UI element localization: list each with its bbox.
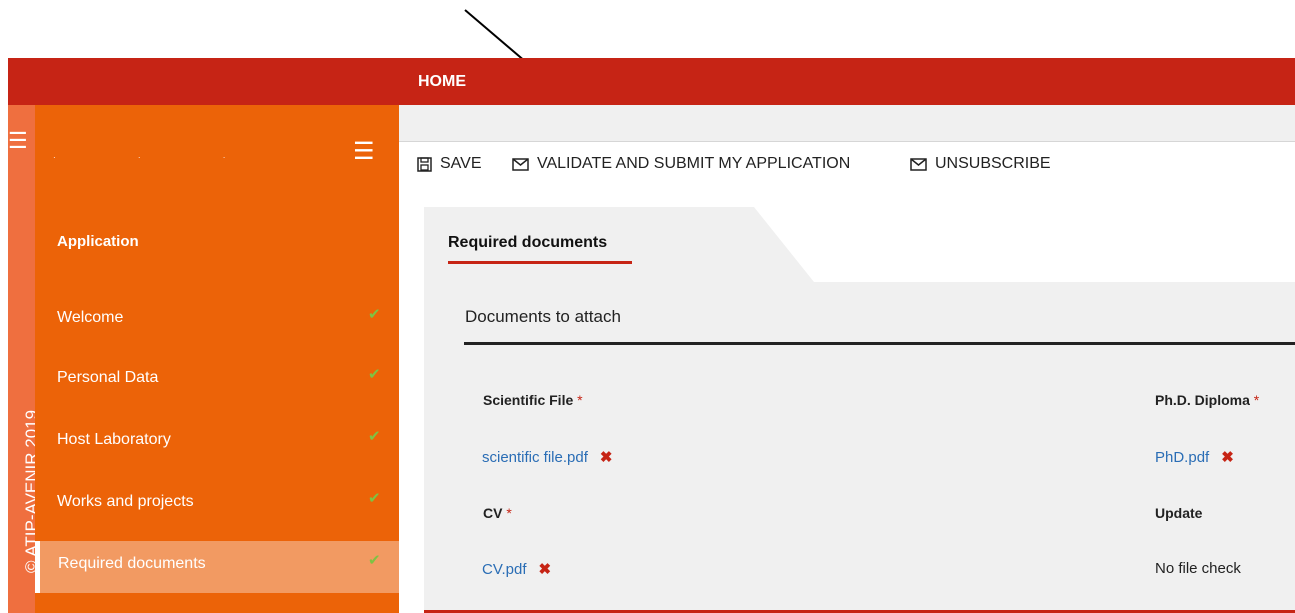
collapsed-side-strip: ☰ © ATIP-AVENIR 2019 [8, 105, 41, 613]
menu-icon[interactable]: ☰ [8, 130, 28, 152]
check-icon: ✔ [368, 552, 381, 569]
main-content: SAVE VALIDATE AND SUBMIT MY APPLICATION … [399, 105, 1295, 613]
unsubscribe-label: UNSUBSCRIBE [935, 155, 1051, 172]
envelope-icon [512, 157, 529, 171]
top-header-bar: HOME [8, 58, 1295, 105]
update-label: Update [1155, 505, 1203, 521]
phd-diploma-label: Ph.D. Diploma * [1155, 392, 1260, 408]
documents-panel: Required documents Documents to attach S… [424, 207, 1295, 613]
required-mark: * [1253, 392, 1260, 408]
cv-label: CV * [483, 505, 512, 521]
check-icon: ✔ [368, 306, 381, 323]
sidebar-menu-icon[interactable]: ☰ [353, 137, 375, 166]
required-mark: * [506, 505, 512, 521]
check-icon: ✔ [368, 490, 381, 507]
validate-submit-button[interactable]: VALIDATE AND SUBMIT MY APPLICATION [512, 155, 850, 173]
home-link[interactable]: HOME [418, 58, 466, 105]
sidebar-item-label: Host Laboratory [57, 431, 171, 448]
active-tab-underline [448, 261, 632, 264]
sidebar-section-title: Application [57, 233, 139, 250]
check-icon: ✔ [368, 428, 381, 445]
check-icon: ✔ [368, 366, 381, 383]
scientific-file-label: Scientific File * [483, 392, 583, 408]
floppy-icon [417, 156, 432, 172]
delete-icon[interactable]: ✖ [1221, 448, 1234, 466]
envelope-icon [910, 157, 927, 171]
delete-icon[interactable]: ✖ [538, 560, 551, 578]
section-divider [464, 342, 1295, 345]
save-button[interactable]: SAVE [417, 155, 482, 173]
unsubscribe-button[interactable]: UNSUBSCRIBE [910, 155, 1051, 173]
documents-section-title: Documents to attach [465, 307, 621, 326]
sidebar-user-placeholder: · · · [53, 153, 266, 162]
tab-required-documents[interactable]: Required documents [448, 234, 607, 252]
action-toolbar: SAVE VALIDATE AND SUBMIT MY APPLICATION … [399, 142, 1295, 192]
phd-file-link[interactable]: PhD.pdf [1155, 449, 1209, 466]
sidebar-item-label: Personal Data [57, 369, 159, 386]
documents-content: Documents to attach Scientific File * sc… [424, 282, 1295, 613]
validate-submit-label: VALIDATE AND SUBMIT MY APPLICATION [537, 155, 851, 172]
cv-entry: CV.pdf ✖ [482, 560, 551, 579]
scientific-file-entry: scientific file.pdf ✖ [482, 448, 613, 467]
subheader-bar [399, 105, 1295, 142]
scientific-file-link[interactable]: scientific file.pdf [482, 449, 588, 466]
required-mark: * [577, 392, 583, 408]
sidebar-item-works-and-projects[interactable]: Works and projects ✔ [35, 479, 399, 529]
sidebar-item-welcome[interactable]: Welcome ✔ [35, 295, 399, 345]
sidebar-item-personal-data[interactable]: Personal Data ✔ [35, 355, 399, 405]
phd-diploma-entry: PhD.pdf ✖ [1155, 448, 1234, 467]
cv-file-link[interactable]: CV.pdf [482, 561, 526, 578]
update-value: No file check [1155, 560, 1241, 577]
sidebar-item-label: Welcome [57, 309, 124, 326]
sidebar-item-required-documents[interactable]: Required documents ✔ [35, 541, 399, 593]
sidebar-item-host-laboratory[interactable]: Host Laboratory ✔ [35, 417, 399, 467]
sidebar-item-label: Works and projects [57, 493, 194, 510]
sidebar: · · · ☰ Application Welcome ✔ Personal D… [35, 105, 399, 613]
save-label: SAVE [440, 155, 482, 172]
sidebar-item-label: Required documents [58, 555, 206, 572]
delete-icon[interactable]: ✖ [600, 448, 613, 466]
